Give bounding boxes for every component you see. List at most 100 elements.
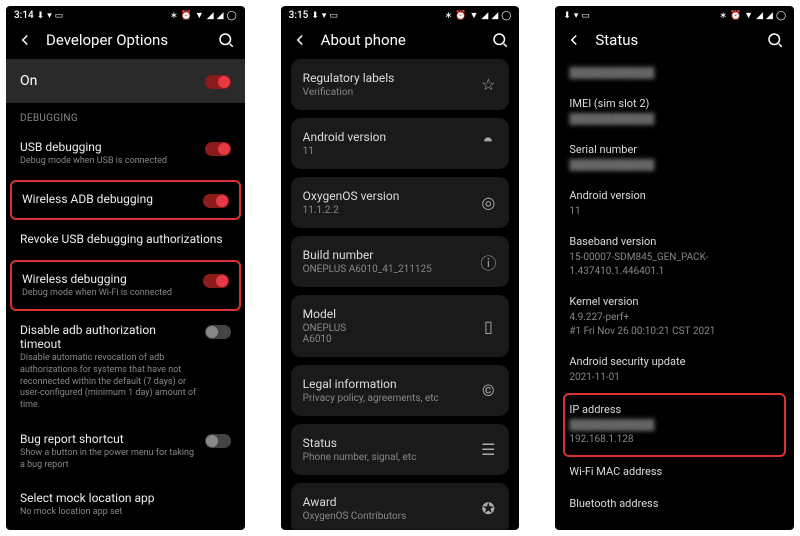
content: ████████████ IMEI (sim slot 2) █████████… (555, 59, 794, 530)
status-title: Baseband version (569, 235, 780, 248)
page-title: Status (595, 31, 754, 49)
setting-title: Revoke USB debugging authorizations (20, 232, 231, 246)
setting-sub: Disable automatic revocation of adb auth… (20, 353, 197, 411)
status-android-version[interactable]: Android version 11 (569, 181, 780, 227)
search-icon[interactable] (217, 31, 235, 49)
status-title: Android security update (569, 355, 780, 368)
misc-icon: ▾ (47, 11, 52, 21)
status-title: IMEI (sim slot 2) (569, 97, 780, 110)
status-title: Android version (569, 189, 780, 202)
status-imei2[interactable]: IMEI (sim slot 2) ████████████ (569, 89, 780, 135)
wireless-adb-row[interactable]: Wireless ADB debugging (12, 182, 239, 218)
card-icon: ▭ (581, 11, 590, 21)
statusbar: ⬇ ▾ ▭ ∗ ⏰ ▼ ◢ ◢ ◯ (555, 6, 794, 23)
status-baseband[interactable]: Baseband version 15-00007-SDM845_GEN_PAC… (569, 227, 780, 287)
header: Status (555, 23, 794, 59)
on-label: On (20, 73, 37, 89)
android-icon (479, 135, 497, 153)
star-icon: ☆ (479, 76, 497, 94)
card-oxygenos[interactable]: OxygenOS version 11.1.2.2 ◎ (291, 177, 510, 228)
back-icon[interactable] (291, 31, 309, 49)
bluetooth-icon: ∗ (719, 11, 727, 21)
highlight-wireless-adb: Wireless ADB debugging (10, 180, 241, 220)
alarm-icon: ⏰ (455, 11, 466, 21)
setting-title: Wireless debugging (22, 272, 195, 286)
master-toggle-row[interactable]: On (6, 59, 245, 103)
alarm-icon: ⏰ (730, 11, 741, 21)
wifi-icon: ▼ (195, 10, 204, 21)
status-value: 15-00007-SDM845_GEN_PACK-1.437410.1.4464… (569, 251, 780, 279)
info-icon: ⓘ (479, 253, 497, 271)
setting-title: Select mock location app (20, 491, 231, 505)
signal-icon: ◢ (756, 11, 763, 21)
status-security-update[interactable]: Android security update 2021-11-01 (569, 347, 780, 393)
back-icon[interactable] (565, 31, 583, 49)
setting-title: Wireless ADB debugging (22, 192, 195, 206)
signal2-icon: ◢ (766, 11, 773, 21)
back-icon[interactable] (16, 31, 34, 49)
setting-sub: Debug mode when Wi-Fi is connected (22, 288, 195, 300)
setting-title: USB debugging (20, 140, 197, 154)
status-bluetooth[interactable]: Bluetooth address (569, 489, 780, 521)
battery-icon: ◯ (776, 11, 786, 21)
card-title: Regulatory labels (303, 71, 470, 85)
search-icon[interactable] (766, 31, 784, 49)
device-icon: ▯ (479, 317, 497, 335)
signal-icon: ◢ (207, 11, 214, 21)
misc-icon: ▾ (574, 11, 579, 21)
master-toggle[interactable] (205, 75, 231, 89)
status-wifi-mac[interactable]: Wi-Fi MAC address (569, 457, 780, 489)
card-legal[interactable]: Legal information Privacy policy, agreem… (291, 365, 510, 416)
card-model[interactable]: Model ONEPLUS A6010 ▯ (291, 295, 510, 357)
download-icon: ⬇ (311, 11, 319, 21)
content: On DEBUGGING USB debugging Debug mode wh… (6, 59, 245, 530)
wireless-debugging-row[interactable]: Wireless debugging Debug mode when Wi-Fi… (12, 262, 239, 310)
disable-adb-timeout-toggle[interactable] (205, 325, 231, 339)
status-title: Up time (569, 529, 780, 530)
status-value: 4.9.227-perf+ (569, 311, 780, 325)
status-value: #1 Fri Nov 26 00:10:21 CST 2021 (569, 325, 780, 339)
mock-location-row[interactable]: Select mock location app No mock locatio… (6, 481, 245, 529)
card-award[interactable]: Award OxygenOS Contributors ✪ (291, 483, 510, 530)
status-value: ████████████ (569, 113, 780, 127)
status-title: Kernel version (569, 295, 780, 308)
bug-report-row[interactable]: Bug report shortcut Show a button in the… (6, 422, 245, 481)
force-gnss-row[interactable]: Force full GNSS measurements Track all G… (6, 529, 245, 530)
status-value: 2021-11-01 (569, 371, 780, 385)
battery-icon: ◯ (227, 11, 237, 21)
card-build[interactable]: Build number ONEPLUS A6010_41_211125 ⓘ (291, 236, 510, 287)
wireless-debugging-toggle[interactable] (203, 274, 229, 288)
card-title: Android version (303, 130, 470, 144)
status-serial[interactable]: Serial number ████████████ (569, 135, 780, 181)
disable-adb-timeout-row[interactable]: Disable adb authorization timeout Disabl… (6, 313, 245, 421)
card-title: Status (303, 436, 470, 450)
card-sub: Privacy policy, agreements, etc (303, 393, 470, 404)
status-kernel[interactable]: Kernel version 4.9.227-perf+ #1 Fri Nov … (569, 287, 780, 347)
card-sub: ONEPLUS A6010_41_211125 (303, 264, 470, 275)
phone-about: 3:15 ⬇ ▾ ▭ ∗ ⏰ ▼ ◢ ◢ ◯ About phone Regul… (281, 6, 520, 530)
card-status[interactable]: Status Phone number, signal, etc ☰ (291, 424, 510, 475)
card-android-version[interactable]: Android version 11 (291, 118, 510, 169)
card-regulatory[interactable]: Regulatory labels Verification ☆ (291, 59, 510, 110)
card-title: Model (303, 307, 470, 321)
status-uptime[interactable]: Up time 41:48:34 (569, 521, 780, 530)
copyright-icon: © (479, 382, 497, 400)
status-title: Serial number (569, 143, 780, 156)
card-title: Legal information (303, 377, 470, 391)
bug-report-toggle[interactable] (205, 434, 231, 448)
setting-sub: Show a button in the power menu for taki… (20, 448, 197, 471)
status-title: Wi-Fi MAC address (569, 465, 780, 478)
card-sub: Verification (303, 87, 470, 98)
search-icon[interactable] (491, 31, 509, 49)
usb-debugging-toggle[interactable] (205, 142, 231, 156)
usb-debugging-row[interactable]: USB debugging Debug mode when USB is con… (6, 130, 245, 178)
card-sub: 11 (303, 146, 470, 157)
alarm-icon: ⏰ (181, 11, 192, 21)
clock: 3:14 (14, 10, 34, 21)
status-imei1-partial[interactable]: ████████████ (569, 59, 780, 89)
status-value: ████████████ (569, 159, 780, 173)
status-value: ████████████ (569, 419, 780, 433)
revoke-row[interactable]: Revoke USB debugging authorizations (6, 222, 245, 258)
wireless-adb-toggle[interactable] (203, 194, 229, 208)
highlight-ip-address[interactable]: IP address ████████████ 192.168.1.128 (563, 393, 786, 457)
